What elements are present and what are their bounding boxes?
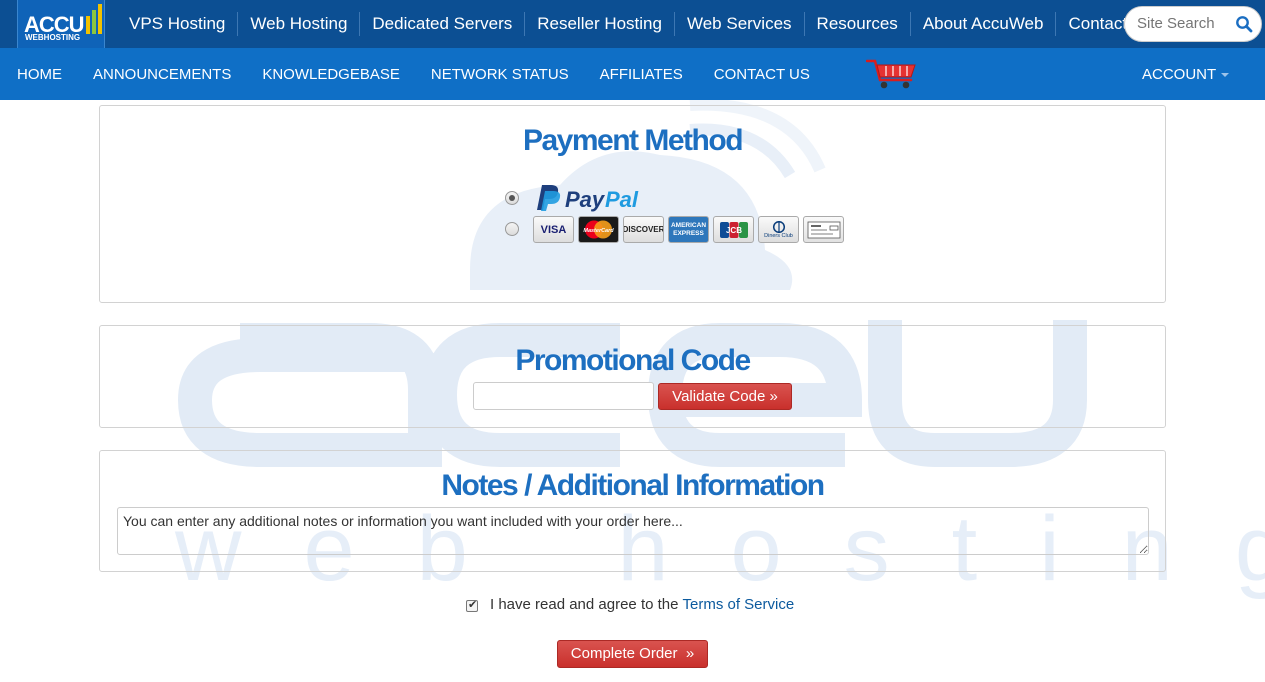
paypal-logo-icon: Pay Pal bbox=[537, 185, 639, 212]
terms-agreement: I have read and agree to the Terms of Se… bbox=[466, 596, 794, 613]
payment-radio-paypal[interactable] bbox=[505, 191, 519, 205]
discover-icon: DISCOVER bbox=[623, 216, 664, 243]
accept-tos-checkbox[interactable] bbox=[466, 598, 478, 612]
nav-knowledgebase[interactable]: Knowledgebase bbox=[246, 66, 415, 83]
client-menu: Home Announcements Knowledgebase Network… bbox=[0, 48, 825, 100]
tos-text: I have read and agree to the bbox=[490, 596, 679, 613]
nav-affiliates[interactable]: Affiliates bbox=[584, 66, 698, 83]
jcb-icon: JCB bbox=[713, 216, 754, 243]
nav-about-accuweb[interactable]: About AccuWeb bbox=[911, 12, 1057, 36]
svg-text:MasterCard: MasterCard bbox=[583, 228, 614, 234]
notes-heading: Notes / Additional Information bbox=[441, 469, 825, 502]
logo-bar-icon bbox=[98, 4, 102, 34]
promotional-code-panel: Promotional Code bbox=[99, 325, 1166, 428]
site-search-box bbox=[1124, 6, 1262, 42]
nav-reseller-hosting[interactable]: Reseller Hosting bbox=[525, 12, 675, 36]
logo-bar-icon bbox=[86, 16, 90, 34]
paypal-text-part: Pal bbox=[605, 187, 639, 212]
terms-of-service-link[interactable]: Terms of Service bbox=[682, 596, 794, 613]
top-navbar: ACCU WEBHOSTING VPS Hosting Web Hosting … bbox=[0, 0, 1265, 48]
promo-code-input[interactable] bbox=[473, 382, 654, 410]
main-menu: VPS Hosting Web Hosting Dedicated Server… bbox=[117, 0, 1139, 48]
validate-code-button[interactable]: Validate Code » bbox=[658, 383, 792, 410]
nav-resources[interactable]: Resources bbox=[805, 12, 911, 36]
payment-radio-credit-card[interactable] bbox=[505, 222, 519, 236]
credit-card-logos: VISA MasterCard DISCOVER AMERICAN EXPRESS… bbox=[533, 216, 844, 243]
diners-club-icon: Diners Club bbox=[758, 216, 799, 243]
search-icon[interactable] bbox=[1235, 15, 1253, 33]
accuweb-logo[interactable]: ACCU WEBHOSTING bbox=[17, 0, 105, 48]
search-input[interactable] bbox=[1137, 15, 1233, 32]
nav-web-hosting[interactable]: Web Hosting bbox=[238, 12, 361, 36]
complete-order-button[interactable]: Complete Order » bbox=[557, 640, 708, 668]
nav-vps-hosting[interactable]: VPS Hosting bbox=[117, 12, 239, 36]
svg-text:JCB: JCB bbox=[725, 226, 741, 235]
account-dropdown[interactable]: ACCOUNT bbox=[1142, 66, 1230, 83]
mastercard-icon: MasterCard bbox=[578, 216, 619, 243]
american-express-icon: AMERICAN EXPRESS bbox=[668, 216, 709, 243]
notes-textarea[interactable]: You can enter any additional notes or in… bbox=[117, 507, 1149, 555]
payment-method-heading: Payment Method bbox=[522, 124, 744, 157]
nav-home[interactable]: Home bbox=[0, 66, 77, 83]
shopping-cart-icon[interactable] bbox=[866, 58, 918, 90]
visa-icon: VISA bbox=[533, 216, 574, 243]
caret-down-icon bbox=[1221, 73, 1230, 78]
logo-bar-icon bbox=[92, 10, 96, 34]
account-label: ACCOUNT bbox=[1142, 66, 1217, 83]
nav-dedicated-servers[interactable]: Dedicated Servers bbox=[360, 12, 526, 36]
client-area-navbar: Home Announcements Knowledgebase Network… bbox=[0, 48, 1265, 100]
nav-web-services[interactable]: Web Services bbox=[675, 12, 805, 36]
logo-subtext: WEBHOSTING bbox=[25, 33, 81, 42]
nav-contact-us[interactable]: Contact Us bbox=[698, 66, 825, 83]
nav-announcements[interactable]: Announcements bbox=[77, 66, 246, 83]
promotional-code-heading: Promotional Code bbox=[515, 344, 751, 377]
paypal-text-part: Pay bbox=[565, 187, 606, 212]
nav-network-status[interactable]: Network Status bbox=[415, 66, 584, 83]
echeck-icon bbox=[803, 216, 844, 243]
